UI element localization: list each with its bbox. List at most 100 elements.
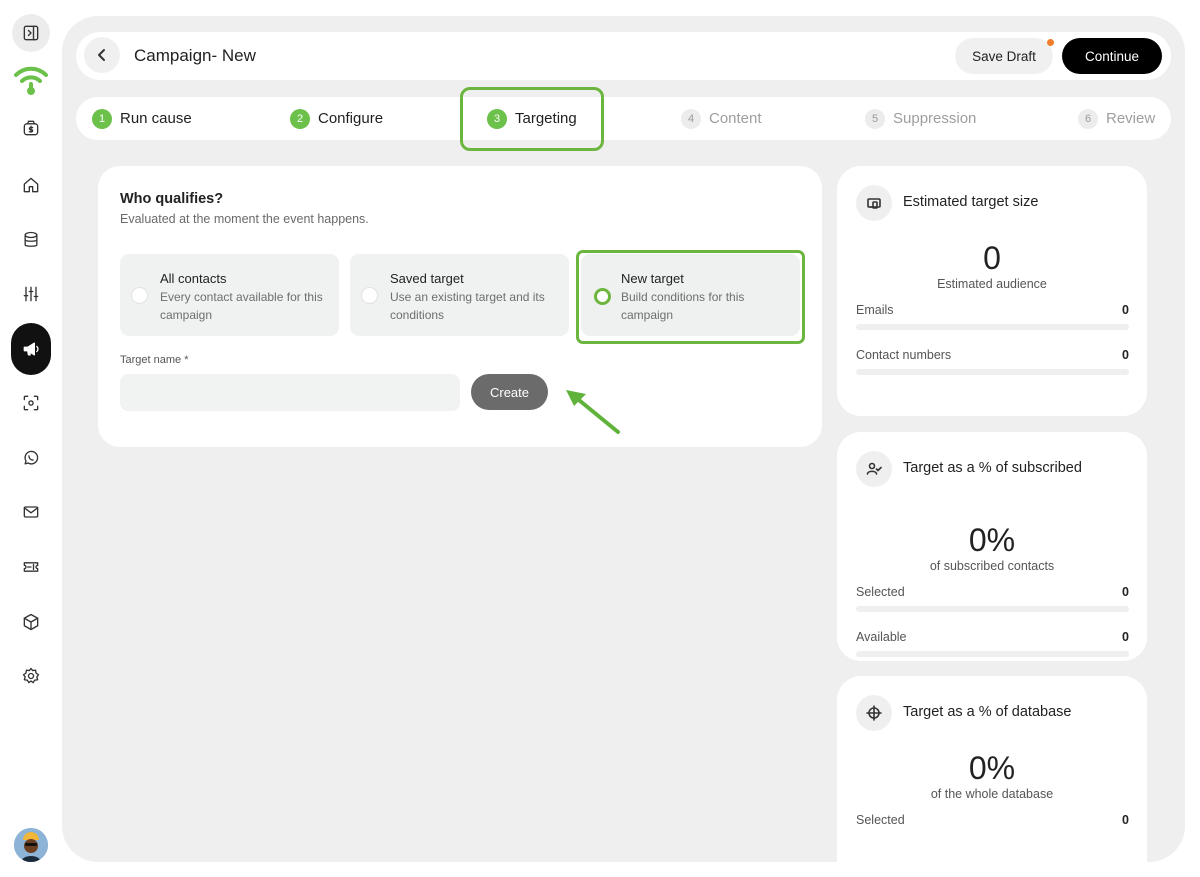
card-icon bbox=[856, 695, 892, 731]
sidebar-item-products[interactable] bbox=[11, 602, 51, 642]
target-name-input[interactable] bbox=[120, 374, 460, 411]
option-description: Build conditions for this campaign bbox=[621, 290, 745, 322]
stat-row-contact-numbers: Contact numbers 0 bbox=[856, 348, 1129, 362]
card-title: Estimated target size bbox=[903, 194, 1039, 210]
step-targeting[interactable]: 3 Targeting bbox=[487, 97, 577, 140]
step-label: Suppression bbox=[893, 110, 977, 127]
step-review[interactable]: 6 Review bbox=[1078, 97, 1155, 140]
main-panel: Campaign- New Save Draft Continue 1 Run … bbox=[62, 16, 1185, 862]
sidebar-item-scan[interactable] bbox=[11, 383, 51, 423]
step-configure[interactable]: 2 Configure bbox=[290, 97, 383, 140]
step-label: Run cause bbox=[120, 110, 192, 127]
create-button[interactable]: Create bbox=[471, 374, 548, 410]
chevron-left-icon bbox=[98, 49, 105, 61]
option-new-target[interactable]: New target Build conditions for this cam… bbox=[581, 254, 800, 336]
stat-row-emails: Emails 0 bbox=[856, 303, 1129, 317]
whatsapp-icon bbox=[24, 450, 39, 465]
stat-label: Available bbox=[856, 630, 907, 644]
option-title: New target bbox=[621, 271, 684, 286]
step-label: Content bbox=[709, 110, 762, 127]
unsaved-indicator-dot bbox=[1047, 39, 1054, 46]
radio-new-target[interactable] bbox=[594, 288, 611, 305]
subscribed-percent-caption: of subscribed contacts bbox=[929, 559, 1055, 573]
radio-saved-target[interactable] bbox=[361, 287, 378, 304]
database-percent-caption: of the whole database bbox=[930, 787, 1054, 801]
home-icon bbox=[23, 177, 39, 193]
save-draft-button[interactable]: Save Draft bbox=[955, 38, 1053, 74]
stepper: 1 Run cause 2 Configure 3 Targeting 4 Co… bbox=[76, 87, 1171, 151]
gear-icon bbox=[22, 667, 40, 684]
card-title: Who qualifies? bbox=[120, 191, 224, 207]
estimated-audience-caption: Estimated audience bbox=[937, 277, 1047, 291]
brand-logo[interactable] bbox=[11, 60, 51, 100]
mail-icon bbox=[23, 506, 39, 518]
stat-value: 0 bbox=[1122, 630, 1129, 644]
card-title: Target as a % of subscribed bbox=[903, 460, 1082, 476]
step-content[interactable]: 4 Content bbox=[681, 97, 762, 140]
option-title: Saved target bbox=[390, 271, 464, 286]
sidebar-toggle-icon bbox=[23, 25, 39, 41]
card-title: Target as a % of database bbox=[903, 704, 1072, 720]
ticket-icon bbox=[23, 562, 39, 572]
box-icon bbox=[23, 613, 39, 631]
step-run-cause[interactable]: 1 Run cause bbox=[92, 97, 192, 140]
step-number: 1 bbox=[92, 108, 112, 129]
stat-value: 0 bbox=[1122, 813, 1129, 827]
percent-subscribed-card: Target as a % of subscribed 0% of subscr… bbox=[837, 432, 1147, 661]
card-icon bbox=[856, 185, 892, 221]
step-label: Targeting bbox=[515, 110, 577, 127]
sidebar-item-settings-sliders[interactable] bbox=[11, 274, 51, 314]
estimated-target-size-card: Estimated target size 0 Estimated audien… bbox=[837, 166, 1147, 416]
avatar[interactable] bbox=[14, 828, 48, 862]
stat-progress-bar bbox=[856, 324, 1129, 330]
wallet-icon bbox=[23, 120, 39, 136]
option-saved-target[interactable]: Saved target Use an existing target and … bbox=[350, 254, 569, 336]
step-number: 3 bbox=[487, 108, 507, 129]
step-suppression[interactable]: 5 Suppression bbox=[865, 97, 976, 140]
sidebar-item-database[interactable] bbox=[11, 220, 51, 260]
percent-database-card: Target as a % of database 0% of the whol… bbox=[837, 676, 1147, 862]
sidebar-item-campaigns[interactable] bbox=[11, 323, 51, 375]
page-title: Campaign- New bbox=[134, 46, 256, 65]
radio-all-contacts[interactable] bbox=[131, 287, 148, 304]
continue-button[interactable]: Continue bbox=[1062, 38, 1162, 74]
sidebar-item-whatsapp[interactable] bbox=[11, 438, 51, 478]
back-button[interactable] bbox=[84, 37, 120, 73]
target-name-label: Target name * bbox=[120, 354, 189, 366]
sidebar-item-email[interactable] bbox=[11, 492, 51, 532]
option-all-contacts[interactable]: All contacts Every contact available for… bbox=[120, 254, 339, 336]
stat-value: 0 bbox=[1122, 585, 1129, 599]
option-description: Use an existing target and its condition… bbox=[390, 290, 545, 322]
stat-label: Contact numbers bbox=[856, 348, 952, 362]
database-percent-value: 0% bbox=[968, 750, 1016, 786]
stat-label: Selected bbox=[856, 813, 905, 827]
crosshair-icon bbox=[866, 705, 882, 721]
stat-value: 0 bbox=[1122, 303, 1129, 317]
stat-progress-bar bbox=[856, 369, 1129, 375]
sidebar-item-settings[interactable] bbox=[11, 656, 51, 696]
step-number: 5 bbox=[865, 108, 885, 129]
card-subtitle: Evaluated at the moment the event happen… bbox=[120, 212, 369, 226]
sidebar-item-home[interactable] bbox=[11, 165, 51, 205]
stat-label: Emails bbox=[856, 303, 894, 317]
step-number: 2 bbox=[290, 108, 310, 129]
subscribed-percent-value: 0% bbox=[968, 522, 1016, 558]
top-bar: Campaign- New Save Draft Continue bbox=[76, 32, 1171, 80]
scan-icon bbox=[23, 395, 39, 411]
sliders-icon bbox=[23, 286, 39, 302]
sidebar-item-tickets[interactable] bbox=[11, 547, 51, 587]
card-icon bbox=[856, 451, 892, 487]
stat-progress-bar bbox=[856, 606, 1129, 612]
database-icon bbox=[24, 231, 38, 247]
who-qualifies-card: Who qualifies? Evaluated at the moment t… bbox=[98, 166, 822, 447]
sidebar-toggle-button[interactable] bbox=[12, 14, 50, 52]
step-number: 4 bbox=[681, 108, 701, 129]
stat-label: Selected bbox=[856, 585, 905, 599]
stat-row-available: Available 0 bbox=[856, 630, 1129, 644]
stat-progress-bar bbox=[856, 651, 1129, 657]
sidebar-item-billing[interactable] bbox=[11, 108, 51, 148]
step-label: Review bbox=[1106, 110, 1156, 127]
brand-logo-icon bbox=[14, 66, 48, 95]
megaphone-icon bbox=[23, 342, 39, 356]
sidebar bbox=[0, 0, 62, 877]
